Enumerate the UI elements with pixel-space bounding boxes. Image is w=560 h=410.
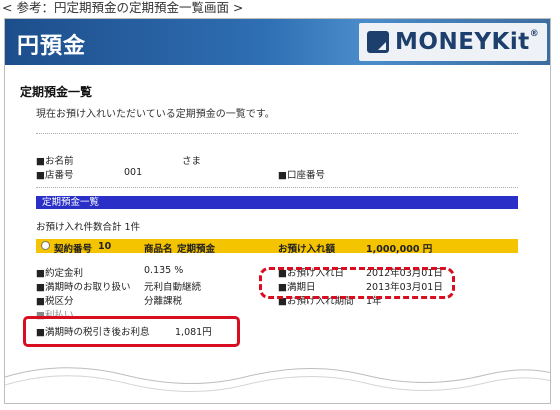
maturity-date-highlight xyxy=(259,267,455,299)
page-title: 定期預金一覧 xyxy=(20,85,93,99)
section-header: 定期預金一覧 xyxy=(36,196,518,209)
product-name-label: 商品名 xyxy=(144,244,173,255)
app-frame: 円預金 MONEYKit® 定期預金一覧 現在お預け入れいただいている定期預金の… xyxy=(4,18,551,404)
product-name-value: 定期預金 xyxy=(177,244,216,255)
page-header-title: 円預金 xyxy=(17,34,87,59)
agreed-rate-value: 0.135 % xyxy=(144,265,184,276)
deposit-count-label: お預け入れ件数合計 xyxy=(36,222,122,233)
after-tax-interest-highlight xyxy=(23,316,240,347)
app-header: 円預金 MONEYKit® xyxy=(5,19,550,65)
branch-number-label: ■店番号 xyxy=(36,170,74,181)
account-number-label: ■口座番号 xyxy=(278,170,325,181)
branch-number-value: 001 xyxy=(124,167,143,178)
customer-name-suffix: さま xyxy=(182,156,202,167)
logo-trademark: ® xyxy=(529,29,540,39)
screen-caption: < 参考：円定期預金の定期預金一覧画面 > xyxy=(2,0,244,15)
deposit-amount-value: 1,000,000 円 xyxy=(366,244,433,255)
deposit-select-radio[interactable] xyxy=(41,241,50,250)
page-description: 現在お預け入れいただいている定期預金の一覧です。 xyxy=(36,109,275,120)
deposit-count-value: 1件 xyxy=(124,222,141,233)
maturity-handling-label: ■満期時のお取り扱い xyxy=(36,282,131,293)
brand-logo: MONEYKit® xyxy=(359,23,547,61)
torn-edge-decoration xyxy=(5,367,550,403)
contract-number-label: 契約番号 xyxy=(54,244,93,255)
tax-category-label: ■税区分 xyxy=(36,296,74,307)
contract-number-value: 10 xyxy=(98,241,112,252)
divider xyxy=(36,133,518,134)
tax-category-value: 分離課税 xyxy=(144,296,183,307)
divider xyxy=(36,187,518,188)
maturity-handling-value: 元利自動継続 xyxy=(144,282,202,293)
customer-name-label: ■お名前 xyxy=(36,156,74,167)
agreed-rate-label: ■約定金利 xyxy=(36,268,83,279)
deposit-amount-label: お預け入れ額 xyxy=(278,244,336,255)
logo-mark-icon xyxy=(367,31,389,53)
logo-text: MONEYKit xyxy=(395,29,530,55)
